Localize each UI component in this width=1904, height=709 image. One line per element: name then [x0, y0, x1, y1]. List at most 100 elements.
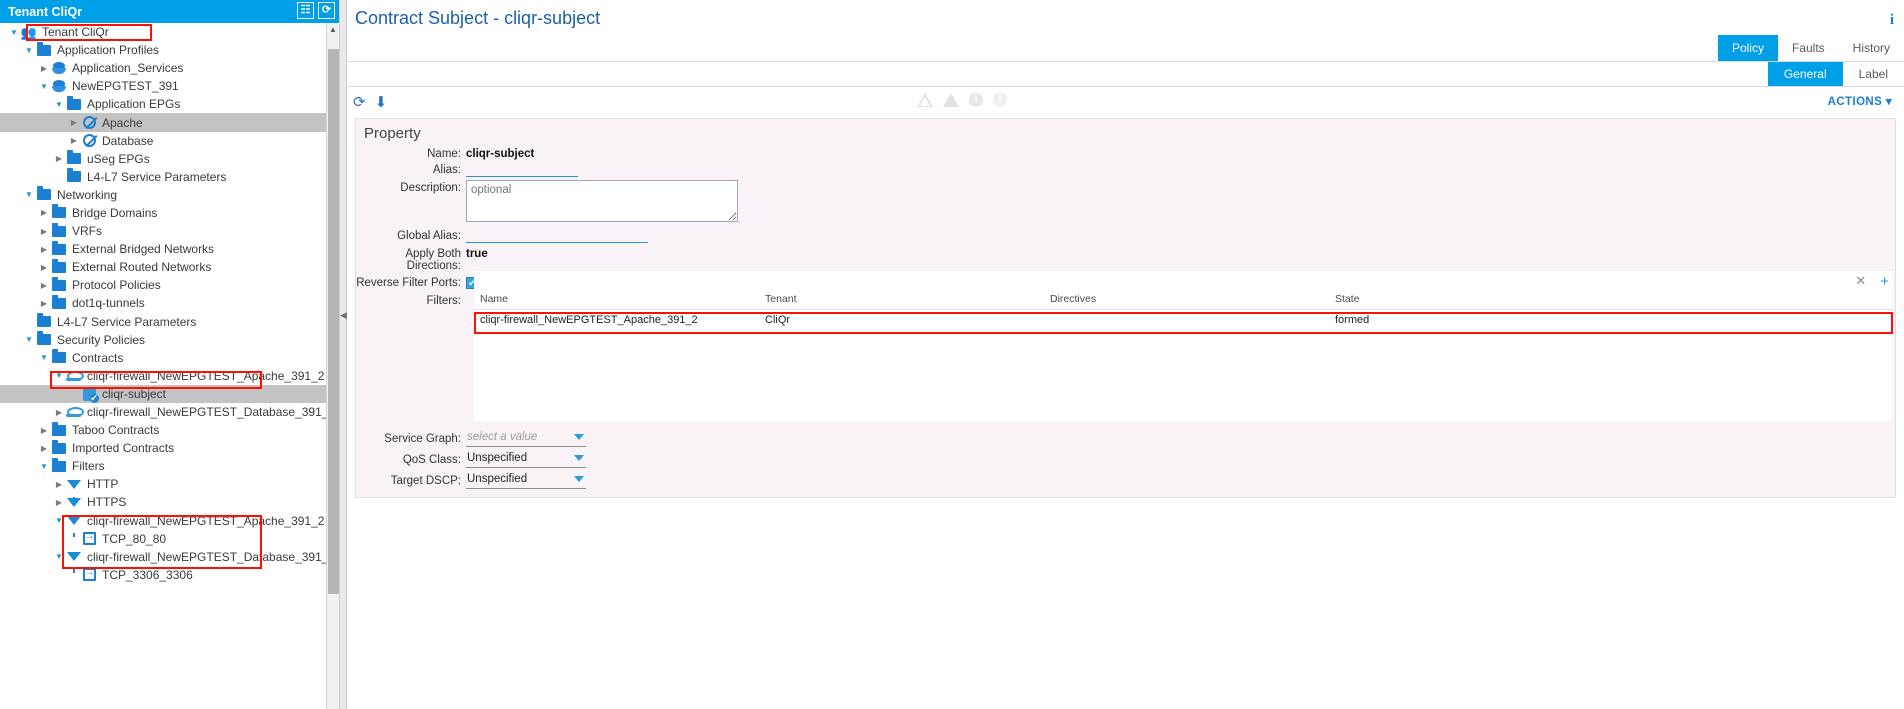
column-header-directives[interactable]: Directives [1044, 291, 1329, 310]
tree-item-useg-epgs[interactable]: ▶ uSeg EPGs [0, 150, 339, 168]
tree-item-bridge-domains[interactable]: ▶ Bridge Domains [0, 204, 339, 222]
nav-tree[interactable]: ▼ 👥 Tenant CliQr ▼ Application Profiles ▶ Appl… [0, 23, 339, 709]
chevron-right-icon[interactable]: ▶ [68, 118, 80, 127]
scroll-up-arrow[interactable]: ▲ [327, 23, 339, 36]
chevron-right-icon[interactable]: ▶ [38, 426, 50, 435]
chevron-right-icon[interactable]: ▶ [53, 498, 65, 507]
add-icon[interactable]: + [1880, 273, 1889, 290]
chevron-right-icon[interactable]: ▶ [38, 227, 50, 236]
tree-item-protocol-policies[interactable]: ▶ Protocol Policies [0, 276, 339, 294]
tab-faults[interactable]: Faults [1778, 35, 1839, 61]
chevron-down-icon[interactable]: ▼ [38, 462, 50, 471]
chevron-right-icon[interactable]: ▶ [68, 136, 80, 145]
tree-item-tenant-cliqr[interactable]: ▼ 👥 Tenant CliQr [0, 23, 339, 41]
qos-class-select[interactable]: Unspecified [466, 452, 586, 468]
column-header-name[interactable]: Name [474, 291, 759, 310]
field-global-alias: Global Alias: [356, 228, 1895, 243]
folder-icon [52, 222, 66, 237]
chevron-right-icon[interactable]: ▶ [38, 64, 50, 73]
info-icon[interactable]: i [1890, 12, 1894, 29]
tree-item-http[interactable]: ▶ HTTP [0, 475, 339, 501]
tree-item-cliqr-firewall-newepgtest-database-391-2[interactable]: ▶ cliqr-firewall_NewEPGTEST_Database_391_… [0, 403, 339, 421]
tree-item-dot1q-tunnels[interactable]: ▶ dot1q-tunnels [0, 294, 339, 312]
scrollbar-thumb[interactable] [328, 49, 339, 594]
chevron-right-icon[interactable]: ▶ [53, 154, 65, 163]
tree-item-l4-l7-service-parameters[interactable]: L4-L7 Service Parameters [0, 168, 339, 186]
chevron-right-icon[interactable]: ▶ [53, 480, 65, 489]
nav-scrollbar[interactable]: ▲ [326, 23, 339, 709]
tree-item-newepgtest-391[interactable]: ▼ NewEPGTEST_391 [0, 77, 339, 95]
tree-item-filters[interactable]: ▼ Filters [0, 457, 339, 475]
chevron-down-icon[interactable]: ▼ [38, 82, 50, 91]
tree-item-cliqr-firewall-newepgtest-apache-391-2[interactable]: ▼ cliqr-firewall_NewEPGTEST_Apache_391_2 [0, 512, 339, 538]
column-header-tenant[interactable]: Tenant [759, 291, 1044, 310]
chevron-down-icon[interactable]: ▼ [53, 371, 65, 380]
epg-icon [82, 134, 96, 148]
fault-critical-icon[interactable] [917, 93, 933, 107]
column-header-state[interactable]: State [1329, 291, 1893, 310]
share-icon[interactable]: ☷ [297, 2, 314, 19]
chevron-down-icon[interactable]: ▼ [53, 552, 65, 561]
tree-item-security-policies[interactable]: ▼ Security Policies [0, 331, 339, 349]
refresh-icon[interactable]: ⟳ [353, 95, 366, 110]
chevron-down-icon[interactable]: ▼ [23, 335, 35, 344]
close-icon[interactable]: ✕ [1855, 273, 1866, 290]
tree-item-application-profiles[interactable]: ▼ Application Profiles [0, 41, 339, 59]
target-dscp-select[interactable]: Unspecified [466, 473, 586, 489]
tree-item-imported-contracts[interactable]: ▶ Imported Contracts [0, 439, 339, 457]
chevron-right-icon[interactable]: ▶ [38, 444, 50, 453]
chevron-down-icon[interactable]: ▼ [23, 46, 35, 55]
tree-item-cliqr-firewall-newepgtest-database-391-2[interactable]: ▼ cliqr-firewall_NewEPGTEST_Database_391_… [0, 548, 339, 574]
pane-splitter[interactable]: ◀ [340, 0, 347, 709]
fault-major-icon[interactable] [943, 93, 959, 107]
chevron-down-icon[interactable]: ▼ [8, 28, 20, 37]
tree-item-networking[interactable]: ▼ Networking [0, 186, 339, 204]
tree-item-vrfs[interactable]: ▶ VRFs [0, 222, 339, 240]
tree-item-label: cliqr-subject [102, 386, 167, 401]
twisty-none [68, 389, 80, 398]
chevron-right-icon[interactable]: ▶ [38, 245, 50, 254]
chevron-right-icon[interactable]: ▶ [38, 208, 50, 217]
chevron-down-icon[interactable]: ▼ [53, 100, 65, 109]
tree-item-tcp-3306-3306[interactable]: TCP_3306_3306 [0, 566, 339, 584]
chevron-down-icon[interactable]: ▼ [38, 353, 50, 362]
splitter-handle-icon[interactable]: ◀ [340, 310, 347, 321]
chevron-down-icon: ▾ [1885, 96, 1892, 108]
tree-item-cliqr-firewall-newepgtest-apache-391-2[interactable]: ▼ cliqr-firewall_NewEPGTEST_Apache_391_2 [0, 367, 339, 385]
chevron-right-icon[interactable]: ▶ [38, 263, 50, 272]
service-graph-select[interactable]: select a value [466, 431, 586, 447]
tab-history[interactable]: History [1839, 35, 1904, 61]
tree-item-application-epgs[interactable]: ▼ Application EPGs [0, 95, 339, 113]
tree-item-database[interactable]: ▶ Database [0, 132, 339, 150]
chevron-down-icon[interactable]: ▼ [53, 516, 65, 525]
subtab-label[interactable]: Label [1843, 62, 1904, 86]
chevron-right-icon[interactable]: ▶ [53, 408, 65, 417]
subtab-general[interactable]: General [1767, 62, 1843, 86]
download-icon[interactable]: ⬇ [375, 95, 388, 110]
table-header-row: Name Tenant Directives State [474, 291, 1893, 310]
tree-item-external-bridged-networks[interactable]: ▶ External Bridged Networks [0, 240, 339, 258]
table-row[interactable]: cliqr-firewall_NewEPGTEST_Apache_391_2 C… [474, 310, 1893, 331]
tab-policy[interactable]: Policy [1717, 35, 1778, 61]
refresh-icon[interactable]: ⟳ [318, 2, 335, 19]
filter-entry-icon [82, 531, 96, 546]
global-alias-input[interactable] [466, 228, 648, 243]
tree-item-external-routed-networks[interactable]: ▶ External Routed Networks [0, 258, 339, 276]
actions-button[interactable]: ACTIONS ▾ [1828, 94, 1892, 108]
tree-item-taboo-contracts[interactable]: ▶ Taboo Contracts [0, 421, 339, 439]
tree-item-application-services[interactable]: ▶ Application_Services [0, 59, 339, 77]
tree-item-https[interactable]: ▶ HTTPS [0, 493, 339, 519]
tree-item-tcp-80-80[interactable]: TCP_80_80 [0, 530, 339, 548]
tree-item-l4-l7-service-parameters[interactable]: L4-L7 Service Parameters [0, 313, 339, 331]
alias-input[interactable] [466, 162, 578, 177]
tree-item-apache[interactable]: ▶ Apache [0, 113, 339, 132]
description-input[interactable] [466, 180, 738, 222]
chevron-right-icon[interactable]: ▶ [38, 299, 50, 308]
tree-item-cliqr-subject[interactable]: cliqr-subject [0, 384, 339, 403]
fault-minor-icon[interactable]: ! [969, 93, 983, 107]
chevron-down-icon[interactable]: ▼ [23, 190, 35, 199]
chevron-right-icon[interactable]: ▶ [38, 281, 50, 290]
tree-item-contracts[interactable]: ▼ Contracts [0, 349, 339, 367]
fault-warning-icon[interactable]: ! [993, 93, 1007, 107]
contract-icon [66, 406, 84, 418]
